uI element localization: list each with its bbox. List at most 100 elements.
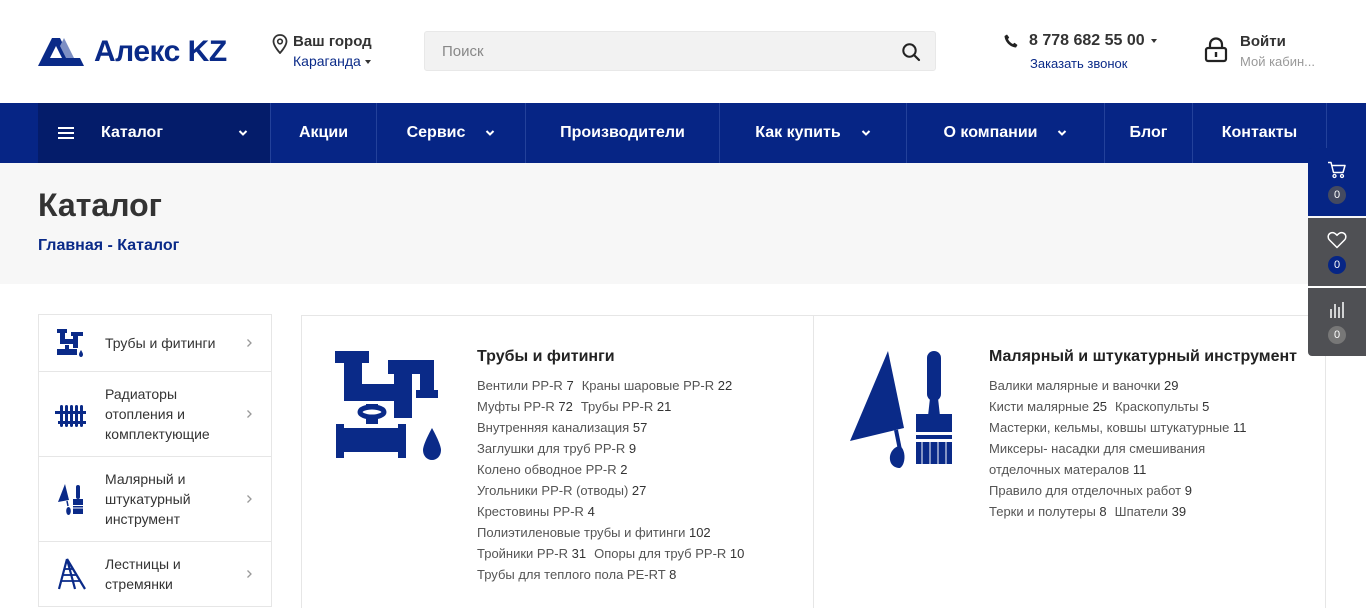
caret-down-icon [364,60,371,65]
subcategory-list: Вентили PP-R 7 Краны шаровые PP-R 22 Муфты… [477,375,797,585]
nav-item-manufacturers[interactable]: Производители [526,103,720,163]
subcategory-name: Краны шаровые PP-R [581,378,715,393]
logo[interactable]: Алекс KZ [38,35,227,68]
trowel-brush-icon[interactable] [844,346,969,471]
subcategory-link[interactable]: Краны шаровые PP-R 22 [582,378,733,393]
subcategory-link[interactable]: Кисти малярные 25 [989,399,1107,414]
nav-catalog[interactable]: Каталог [38,103,271,163]
nav-item-contacts[interactable]: Контакты [1193,103,1327,163]
nav-item-about[interactable]: О компании [907,103,1105,163]
main-nav: Каталог Акции Сервис Производители Как к… [0,103,1366,163]
subcategory-count: 8 [1099,504,1107,519]
subcategory-link[interactable]: Вентили PP-R 7 [477,378,574,393]
subcategory-line: Вентили PP-R 7 Краны шаровые PP-R 22 [477,375,797,396]
nav-item-promotions[interactable]: Акции [271,103,377,163]
phone-icon [1004,34,1018,48]
nav-label: Контакты [1221,124,1298,141]
subcategory-name: Мастерки, кельмы, ковшы штукатурные [989,420,1230,435]
subcategory-link[interactable]: Трубы PP-R 21 [581,399,672,414]
subcategory-link[interactable]: Опоры для труб PP-R 10 [594,546,744,561]
location-pin-icon [272,34,288,54]
nav-label: Блог [1129,124,1168,141]
subcategory-line: Миксеры- насадки для смешивания [989,438,1309,459]
sidebar-item-pipes[interactable]: Трубы и фитинги [39,315,271,372]
sidebar-item-radiators[interactable]: Радиаторы отопления и комплектующие [39,372,271,457]
search-input[interactable] [425,32,885,70]
subcategory-count: 22 [717,378,733,393]
favorites-button[interactable]: 0 [1308,218,1366,286]
subcategory-link[interactable]: Правило для отделочных работ 9 [989,483,1192,498]
nav-catalog-label: Каталог [101,124,163,141]
subcategory-count: 8 [669,567,677,582]
sidebar-item-label: Лестницы и стремянки [105,556,181,592]
breadcrumb-current: Каталог [117,237,180,254]
page: Алекс KZ Ваш город Караганда Поиск 8 778… [0,0,1366,608]
subcategory-link[interactable]: Шпатели 39 [1115,504,1186,519]
nav-item-how-to-buy[interactable]: Как купить [720,103,907,163]
chevron-right-icon [247,339,252,347]
subcategory-name: Терки и полутеры [989,504,1096,519]
phone-dropdown[interactable]: 8 778 682 55 00 [1004,32,1157,50]
subcategory-count: 4 [587,504,595,519]
chevron-right-icon [247,495,252,503]
city-selector[interactable]: Ваш город Караганда [272,33,372,70]
phone-block: 8 778 682 55 00 Заказать звонок [1004,32,1157,71]
subcategory-link[interactable]: Терки и полутеры 8 [989,504,1107,519]
compare-button[interactable]: 0 [1308,288,1366,356]
subcategory-count: 25 [1092,399,1108,414]
account-label: Мой кабин... [1240,54,1316,69]
subcategory-line: Трубы для теплого пола PE-RT 8 [477,564,797,585]
subcategory-link[interactable]: Муфты PP-R 72 [477,399,573,414]
subcategory-name: Крестовины PP-R [477,504,584,519]
login-block[interactable]: Войти Мой кабин... [1204,33,1315,69]
subcategory-line: Полиэтиленовые трубы и фитинги 102 [477,522,797,543]
chevron-down-icon [861,130,870,136]
search-icon[interactable] [901,42,921,62]
catalog-card-title[interactable]: Трубы и фитинги [477,346,797,367]
pipes-icon[interactable] [332,346,457,471]
sidebar-item-ladders[interactable]: Лестницы и стремянки [39,542,271,607]
subcategory-count: 5 [1202,399,1210,414]
subcategory-link[interactable]: Полиэтиленовые трубы и фитинги 102 [477,525,711,540]
subcategory-link[interactable]: Колено обводное PP-R 2 [477,462,628,477]
sidebar-item-label: Малярный и штукатурный инструмент [105,471,191,527]
subcategory-link[interactable]: Валики малярные и ваночки 29 [989,378,1179,393]
subcategory-name: Трубы PP-R [580,399,654,414]
cart-count: 0 [1328,185,1346,204]
subcategory-link[interactable]: Миксеры- насадки для смешивания [989,441,1205,456]
callback-link[interactable]: Заказать звонок [1030,56,1157,71]
heart-icon [1327,231,1347,248]
catalog-card-info: Трубы и фитинги Вентили PP-R 7 Краны шаро… [477,346,797,585]
subcategory-link[interactable]: Трубы для теплого пола PE-RT 8 [477,567,676,582]
subcategory-link[interactable]: Крестовины PP-R 4 [477,504,595,519]
floating-panel: 0 0 0 [1308,148,1366,358]
catalog-card-title[interactable]: Малярный и штукатурный инструмент [989,346,1309,367]
breadcrumb-home[interactable]: Главная [38,237,103,254]
subcategory-link[interactable]: Тройники PP-R 31 [477,546,586,561]
nav-label: Производители [560,124,685,141]
subcategory-link[interactable]: Угольники PP-R (отводы) 27 [477,483,646,498]
subcategory-link[interactable]: Мастерки, кельмы, ковшы штукатурные 11 [989,420,1247,435]
subcategory-link[interactable]: Заглушки для труб PP-R 9 [477,441,636,456]
nav-item-blog[interactable]: Блог [1105,103,1193,163]
nav-item-service[interactable]: Сервис [377,103,526,163]
subcategory-name: Правило для отделочных работ [989,483,1182,498]
subcategory-link[interactable]: Краскопульты 5 [1115,399,1209,414]
city-name: Караганда [293,53,361,69]
subcategory-line: Крестовины PP-R 4 [477,501,797,522]
city-value[interactable]: Караганда [293,52,372,70]
cart-button[interactable]: 0 [1308,148,1366,216]
subcategory-line: Валики малярные и ваночки 29 [989,375,1309,396]
sidebar-item-painting-tools[interactable]: Малярный и штукатурный инструмент [39,457,271,542]
subcategory-line: Колено обводное PP-R 2 [477,459,797,480]
breadcrumb: Главная - Каталог [38,237,179,255]
search-box [424,31,936,71]
favorites-count: 0 [1328,255,1346,274]
chevron-right-icon [247,570,252,578]
pipes-icon [57,329,83,357]
chevron-right-icon [247,410,252,418]
subcategory-link[interactable]: Внутренняя канализация 57 [477,420,647,435]
compare-count: 0 [1328,325,1346,344]
subcategory-link[interactable]: отделочных матералов 11 [989,462,1146,477]
subcategory-line: Внутренняя канализация 57 [477,417,797,438]
